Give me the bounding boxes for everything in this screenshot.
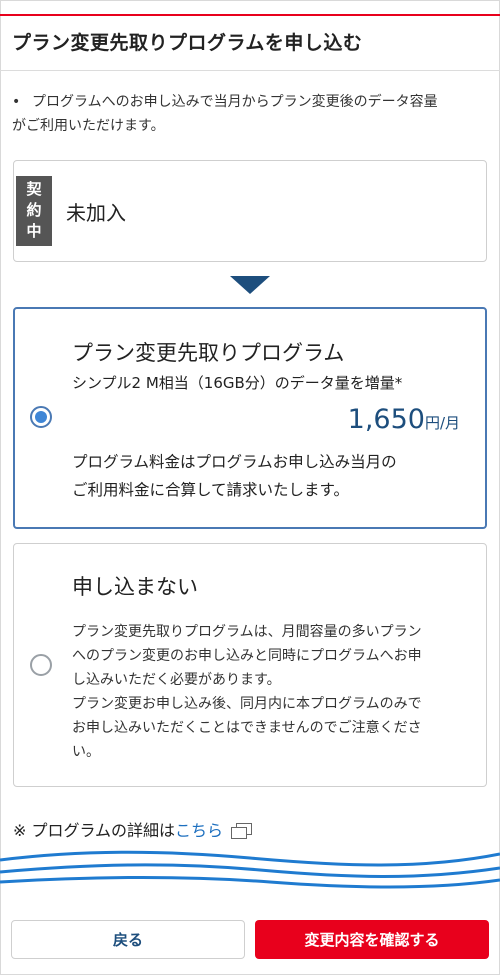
contract-badge: 契 約 中 (16, 176, 52, 246)
option-program-price: 1,650円/月 (348, 404, 460, 435)
intro-note: • プログラムへのお申し込みで当月からプラン変更後のデータ容量 がご利用いただけ… (12, 90, 482, 138)
price-unit: 円/月 (424, 414, 460, 432)
detail-prefix: ※ プログラムの詳細は (13, 821, 176, 840)
current-status: 未加入 (66, 201, 126, 225)
option-program-description: プログラム料金はプログラムお申し込み当月の ご利用料金に合算して請求いたします。 (72, 453, 397, 499)
bullet: • (12, 94, 21, 110)
wave-line-1 (0, 850, 500, 867)
wave-line-2 (0, 863, 500, 878)
intro-note-line2: がご利用いただけます。 (12, 118, 165, 134)
option-program-radio[interactable] (30, 406, 52, 428)
option-decline-title: 申し込まない (72, 575, 198, 599)
external-link-icon[interactable] (231, 823, 253, 839)
title-divider (0, 70, 500, 71)
back-button[interactable]: 戻る (11, 920, 245, 959)
option-decline-radio[interactable] (30, 654, 52, 676)
confirm-button[interactable]: 変更内容を確認する (255, 920, 489, 959)
option-program-title: プラン変更先取りプログラム (72, 341, 345, 365)
price-value: 1,650 (347, 404, 425, 435)
option-program-subtitle: シンプル2 M相当（16GB分）のデータ量を増量* (72, 374, 403, 392)
wave-line-3 (0, 876, 500, 889)
header-accent-line (0, 14, 500, 16)
down-arrow-icon (230, 276, 270, 294)
intro-note-line1: プログラムへのお申し込みで当月からプラン変更後のデータ容量 (32, 94, 438, 110)
page-title: プラン変更先取りプログラムを申し込む (12, 32, 363, 54)
option-decline-description: プラン変更先取りプログラムは、月間容量の多いプラン へのプラン変更のお申し込みと… (72, 624, 422, 760)
detail-link[interactable]: こちら (175, 821, 223, 840)
wave-divider (0, 850, 500, 889)
program-detail-note: ※ プログラムの詳細はこちら (13, 817, 253, 841)
